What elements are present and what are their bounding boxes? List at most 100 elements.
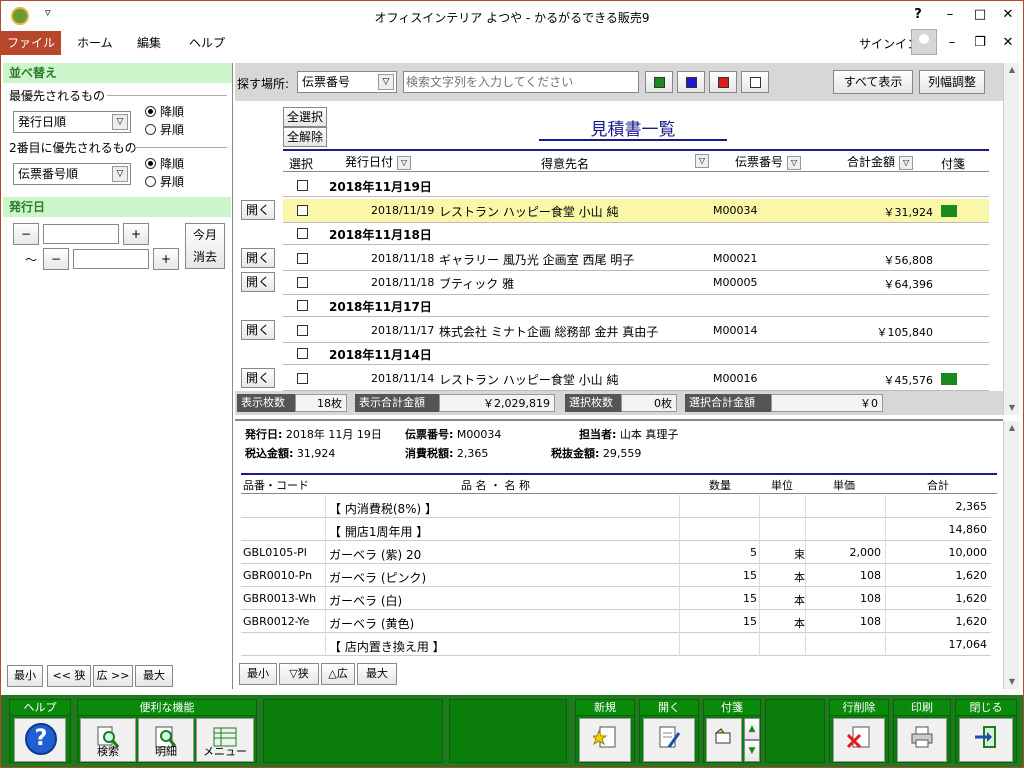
col-customer-label[interactable]: 得意先名 xyxy=(541,155,589,172)
help-icon[interactable]: ? xyxy=(907,5,929,25)
open-row-button[interactable]: 開く xyxy=(241,368,275,388)
left-wide-button[interactable]: 広 >> xyxy=(93,665,133,687)
detail-scrollbar[interactable]: ▲ ▼ xyxy=(1003,421,1019,689)
tag-prev-icon[interactable]: ▲ xyxy=(744,718,760,740)
group-checkbox[interactable] xyxy=(297,300,308,311)
left-narrow-button[interactable]: << 狭 xyxy=(47,665,91,687)
tab-home[interactable]: ホーム xyxy=(63,31,127,55)
date-to-plus-button[interactable]: + xyxy=(153,248,179,270)
detail-narrow-button[interactable]: ▽狭 xyxy=(279,663,319,685)
ribbon-restore-button[interactable]: ❐ xyxy=(969,33,991,53)
print-button[interactable] xyxy=(897,718,947,762)
open-button[interactable] xyxy=(643,718,695,762)
tab-edit[interactable]: 編集 xyxy=(123,31,175,55)
chevron-down-icon[interactable]: ▽ xyxy=(787,155,802,170)
group-checkbox[interactable] xyxy=(297,180,308,191)
show-all-button[interactable]: すべて表示 xyxy=(833,70,913,94)
secondary-asc-radio[interactable]: 昇順 xyxy=(145,173,184,190)
row-checkbox[interactable] xyxy=(297,373,308,384)
secondary-sort-select[interactable]: 伝票番号順 ▽ xyxy=(13,163,131,185)
table-row[interactable]: 開く 2018/11/17 株式会社 ミナト企画 総務部 金井 真由子 M00014 ￥… xyxy=(235,319,1003,343)
col-tag[interactable]: 付箋 xyxy=(941,155,965,172)
tab-help[interactable]: ヘルプ xyxy=(175,31,239,55)
date-to-input[interactable] xyxy=(73,249,149,269)
delete-row-button[interactable] xyxy=(833,718,885,762)
search-tool-button[interactable]: 検索 xyxy=(80,718,136,762)
ribbon-close-button[interactable]: ✕ xyxy=(997,33,1019,53)
tag-next-icon[interactable]: ▼ xyxy=(744,740,760,762)
menu-tool-button[interactable]: メニュー xyxy=(196,718,254,762)
detail-row[interactable]: GBL0105-Pl ガーベラ (紫) 20 5 束 2,000 10,000 xyxy=(241,541,991,564)
scroll-up-icon[interactable]: ▲ xyxy=(1004,421,1020,435)
help-button[interactable]: ? xyxy=(14,718,66,762)
chevron-down-icon[interactable]: ▽ xyxy=(695,153,709,168)
new-button[interactable] xyxy=(579,718,631,762)
tag-red-filter-button[interactable] xyxy=(709,71,737,93)
search-field-select[interactable]: 伝票番号 ▽ xyxy=(297,71,397,93)
col-total[interactable]: 合計金額 ▽ xyxy=(847,153,914,170)
detail-min-button[interactable]: 最小 xyxy=(239,663,277,685)
close-button[interactable]: ✕ xyxy=(997,5,1019,25)
left-max-button[interactable]: 最大 xyxy=(135,665,173,687)
date-from-minus-button[interactable]: − xyxy=(13,223,39,245)
chevron-down-icon[interactable]: ▽ xyxy=(397,155,412,170)
col-date[interactable]: 発行日付 ▽ xyxy=(345,153,412,170)
detail-row[interactable]: 【 開店1周年用 】 14,860 xyxy=(241,518,991,541)
col-slip[interactable]: 伝票番号 ▽ xyxy=(735,153,802,170)
this-month-clear-button[interactable]: 今月 消去 xyxy=(185,223,225,269)
chevron-down-icon[interactable]: ▽ xyxy=(899,155,914,170)
detail-tool-button[interactable]: 明細 xyxy=(138,718,194,762)
tag-blue-filter-button[interactable] xyxy=(677,71,705,93)
date-from-input[interactable] xyxy=(43,224,119,244)
primary-asc-radio[interactable]: 昇順 xyxy=(145,121,184,138)
row-checkbox[interactable] xyxy=(297,253,308,264)
group-checkbox[interactable] xyxy=(297,348,308,359)
scroll-up-icon[interactable]: ▲ xyxy=(1004,63,1020,77)
minimize-button[interactable]: – xyxy=(939,5,961,25)
table-row[interactable]: 開く 2018/11/18 ブティック 雅 M00005 ￥64,396 xyxy=(235,271,1003,295)
secondary-desc-radio[interactable]: 降順 xyxy=(145,155,184,172)
col-select[interactable]: 選択 xyxy=(289,155,313,172)
scroll-down-icon[interactable]: ▼ xyxy=(1004,675,1020,689)
row-checkbox[interactable] xyxy=(297,205,308,216)
deselect-all-button[interactable]: 全解除 xyxy=(283,127,327,147)
date-to-minus-button[interactable]: − xyxy=(43,248,69,270)
ribbon-minimize-button[interactable]: – xyxy=(941,33,963,53)
maximize-button[interactable]: □ xyxy=(969,5,991,25)
open-row-button[interactable]: 開く xyxy=(241,248,275,268)
detail-row[interactable]: GBR0013-Wh ガーベラ (白) 15 本 108 1,620 xyxy=(241,587,991,610)
scroll-down-icon[interactable]: ▼ xyxy=(1004,401,1020,415)
tag-marker[interactable] xyxy=(941,373,957,385)
primary-desc-radio[interactable]: 降順 xyxy=(145,103,184,120)
search-input[interactable] xyxy=(403,71,639,93)
tag-button[interactable] xyxy=(706,718,742,762)
detail-row[interactable]: GBR0012-Ye ガーベラ (黄色) 15 本 108 1,620 xyxy=(241,610,991,633)
table-row[interactable]: 開く 2018/11/14 レストラン ハッピー食堂 小山 純 M00016 ￥45,5… xyxy=(235,367,1003,391)
signin-link[interactable]: サインイン xyxy=(859,35,919,52)
open-row-button[interactable]: 開く xyxy=(241,320,275,340)
tag-green-filter-button[interactable] xyxy=(645,71,673,93)
select-all-button[interactable]: 全選択 xyxy=(283,107,327,127)
table-row[interactable]: 開く 2018/11/19 レストラン ハッピー食堂 小山 純 M00034 ￥31,9… xyxy=(235,199,1003,223)
tab-file[interactable]: ファイル xyxy=(1,31,61,55)
row-checkbox[interactable] xyxy=(297,277,308,288)
detail-row[interactable]: 【 内消費税(8%) 】 2,365 xyxy=(241,495,991,518)
date-from-plus-button[interactable]: + xyxy=(123,223,149,245)
group-checkbox[interactable] xyxy=(297,228,308,239)
left-min-button[interactable]: 最小 xyxy=(7,665,43,687)
column-adjust-button[interactable]: 列幅調整 xyxy=(919,70,985,94)
primary-sort-select[interactable]: 発行日順 ▽ xyxy=(13,111,131,133)
tag-marker[interactable] xyxy=(941,205,957,217)
detail-row[interactable]: 【 店内置き換え用 】 17,064 xyxy=(241,633,991,656)
open-row-button[interactable]: 開く xyxy=(241,200,275,220)
col-customer-filter[interactable]: ▽ xyxy=(691,153,709,168)
detail-wide-button[interactable]: △広 xyxy=(321,663,355,685)
list-scrollbar[interactable]: ▲ ▼ xyxy=(1003,63,1019,415)
detail-max-button[interactable]: 最大 xyxy=(357,663,397,685)
tag-none-filter-button[interactable] xyxy=(741,71,769,93)
close-form-button[interactable] xyxy=(959,718,1013,762)
detail-row[interactable]: GBR0010-Pn ガーベラ (ピンク) 15 本 108 1,620 xyxy=(241,564,991,587)
table-row[interactable]: 開く 2018/11/18 ギャラリー 風乃光 企画室 西尾 明子 M00021 ￥56… xyxy=(235,247,1003,271)
open-row-button[interactable]: 開く xyxy=(241,272,275,292)
row-checkbox[interactable] xyxy=(297,325,308,336)
